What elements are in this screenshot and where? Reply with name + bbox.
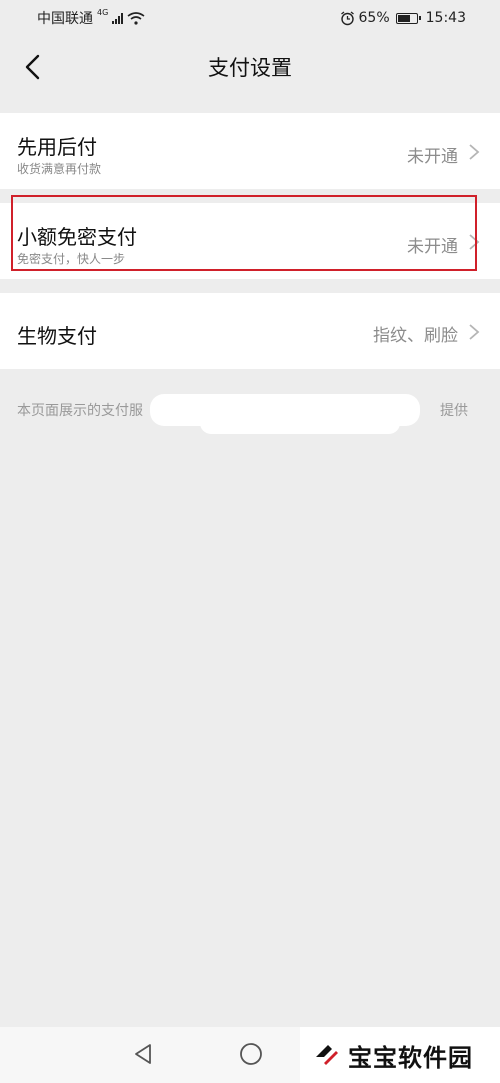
watermark: 宝宝软件园 xyxy=(300,1027,500,1083)
status-left: 中国联通 4G xyxy=(37,8,145,28)
item-subtitle: 收货满意再付款 xyxy=(17,162,102,176)
chevron-right-icon xyxy=(469,234,480,250)
watermark-text: 宝宝软件园 xyxy=(348,1043,473,1072)
battery-icon xyxy=(395,12,421,24)
item-title: 先用后付 xyxy=(17,135,97,159)
watermark-logo-icon xyxy=(316,1045,338,1065)
settings-item-biometric-pay[interactable]: 生物支付 指纹、刷脸 xyxy=(0,293,500,369)
clock: 15:43 xyxy=(425,10,466,26)
chevron-right-icon xyxy=(469,324,480,340)
battery-percent: 65% xyxy=(358,10,390,26)
alarm-icon xyxy=(340,10,354,25)
item-title: 生物支付 xyxy=(17,324,97,348)
signal-icon xyxy=(112,12,124,24)
item-status: 指纹、刷脸 xyxy=(373,326,458,346)
footer-note-start: 本页面展示的支付服 xyxy=(17,403,143,419)
carrier-name: 中国联通 xyxy=(37,11,93,27)
wifi-icon xyxy=(127,11,145,25)
chevron-right-icon xyxy=(469,144,480,160)
nav-home-icon[interactable] xyxy=(238,1041,264,1067)
item-status: 未开通 xyxy=(407,147,458,167)
item-subtitle: 免密支付，快人一步 xyxy=(17,252,126,266)
item-status: 未开通 xyxy=(407,237,458,257)
page-title: 支付设置 xyxy=(208,56,292,80)
settings-item-pay-later[interactable]: 先用后付 收货满意再付款 未开通 xyxy=(0,113,500,189)
status-bar: 中国联通 4G 65% 15:43 xyxy=(0,0,500,36)
footer-note-end: 提供 xyxy=(440,403,468,419)
nav-back-icon[interactable] xyxy=(130,1041,156,1067)
item-title: 小额免密支付 xyxy=(17,225,137,249)
status-right: 65% 15:43 xyxy=(340,10,466,26)
redaction-smudge xyxy=(200,412,400,434)
nav-bar: 支付设置 xyxy=(0,36,500,98)
network-type: 4G xyxy=(97,7,109,17)
settings-item-password-free-pay[interactable]: 小额免密支付 免密支付，快人一步 未开通 xyxy=(0,203,500,279)
